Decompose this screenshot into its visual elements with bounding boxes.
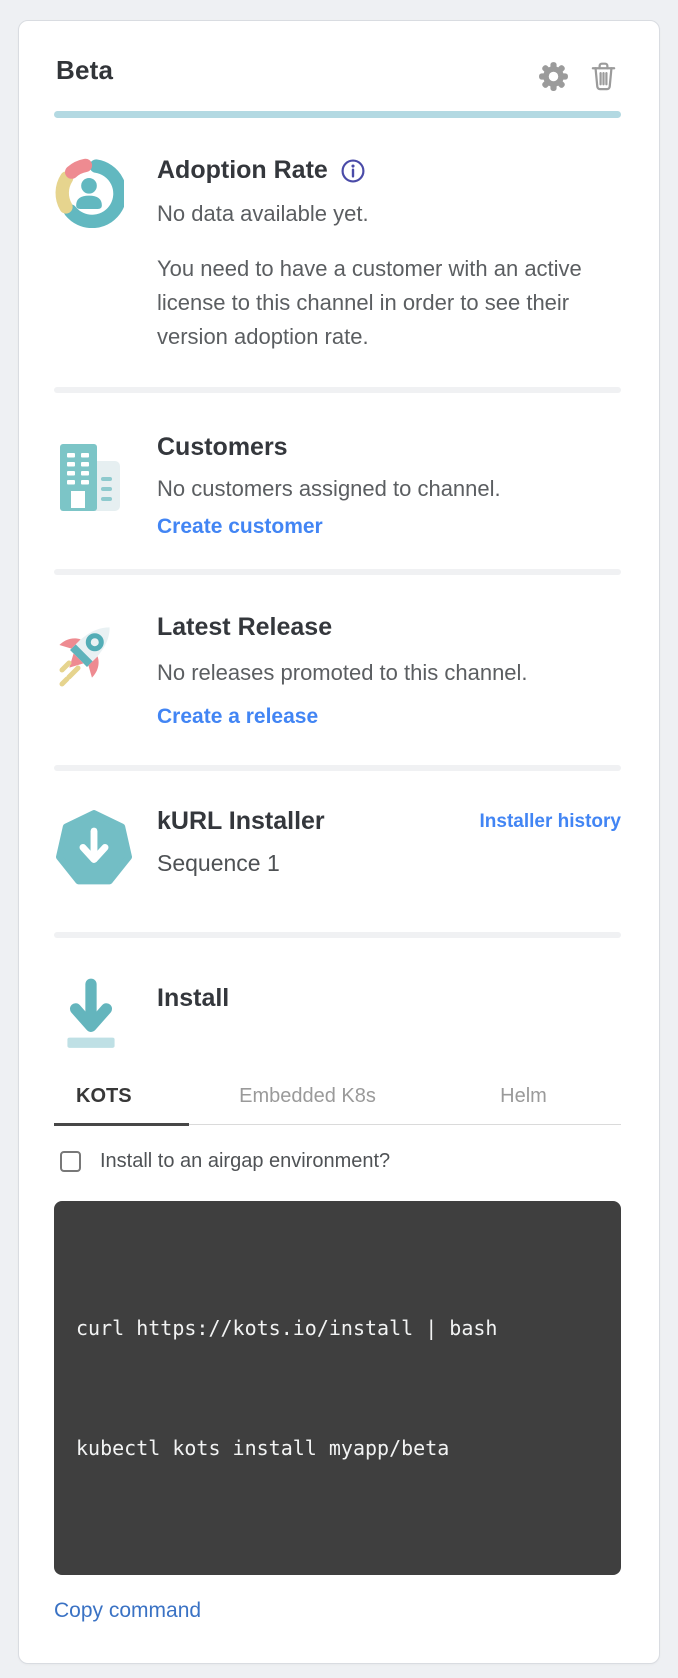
latest-release-title: Latest Release: [157, 613, 621, 642]
channel-settings-button[interactable]: [535, 58, 572, 95]
airgap-checkbox[interactable]: [60, 1151, 81, 1172]
customers-title: Customers: [157, 433, 621, 462]
customers-status: No customers assigned to channel.: [157, 472, 621, 505]
install-section: Install: [54, 972, 621, 1059]
channel-actions: [535, 55, 621, 95]
copy-command-link[interactable]: Copy command: [54, 1599, 201, 1623]
tab-kots[interactable]: KOTS: [54, 1085, 189, 1126]
gear-icon: [537, 81, 570, 96]
adoption-rate-title: Adoption Rate: [157, 156, 366, 185]
channel-accent-bar: [54, 111, 621, 118]
adoption-rate-title-text: Adoption Rate: [157, 156, 328, 185]
airgap-label: Install to an airgap environment?: [100, 1150, 390, 1173]
rocket-icon: [54, 678, 128, 695]
channel-card: Beta: [18, 20, 660, 1664]
install-command-line-2: kubectl kots install myapp/beta: [76, 1428, 599, 1468]
kurl-installer-section: kURL Installer Installer history Sequenc…: [54, 807, 621, 894]
channel-name: Beta: [56, 55, 113, 86]
install-title: Install: [157, 984, 621, 1013]
info-icon[interactable]: [340, 158, 366, 184]
adoption-rate-section: Adoption Rate No data available yet. You…: [54, 156, 621, 354]
airgap-row: Install to an airgap environment?: [54, 1150, 621, 1173]
installer-history-link[interactable]: Installer history: [480, 811, 622, 833]
install-command-line-1: curl https://kots.io/install | bash: [76, 1308, 599, 1348]
section-divider: [54, 765, 621, 771]
kurl-content: kURL Installer Installer history Sequenc…: [157, 807, 621, 894]
customers-icon-col: [54, 433, 157, 539]
kurl-title: kURL Installer: [157, 807, 325, 836]
adoption-rate-description: You need to have a customer with an acti…: [157, 252, 621, 354]
kurl-heptagon-download-icon: [54, 876, 134, 893]
download-icon: [54, 1041, 128, 1058]
section-divider: [54, 932, 621, 938]
install-content: Install: [157, 972, 621, 1059]
kurl-sequence: Sequence 1: [157, 850, 621, 877]
adoption-donut-user-icon: [54, 215, 124, 232]
latest-release-status: No releases promoted to this channel.: [157, 656, 621, 689]
adoption-rate-content: Adoption Rate No data available yet. You…: [157, 156, 621, 354]
tab-helm[interactable]: Helm: [426, 1085, 621, 1126]
adoption-rate-status: No data available yet.: [157, 197, 621, 230]
tab-embedded-k8s[interactable]: Embedded K8s: [189, 1085, 426, 1126]
install-tabs: KOTS Embedded K8s Helm: [54, 1085, 621, 1125]
create-customer-link[interactable]: Create customer: [157, 515, 323, 539]
install-icon-col: [54, 972, 157, 1059]
latest-release-content: Latest Release No releases promoted to t…: [157, 613, 621, 729]
trash-icon: [588, 81, 619, 96]
section-divider: [54, 387, 621, 393]
buildings-icon: [54, 500, 124, 517]
create-release-link[interactable]: Create a release: [157, 705, 318, 729]
section-divider: [54, 569, 621, 575]
customers-content: Customers No customers assigned to chann…: [157, 433, 621, 539]
kurl-icon-col: [54, 807, 157, 894]
channel-delete-button[interactable]: [586, 57, 621, 95]
adoption-rate-icon-col: [54, 156, 157, 354]
latest-release-section: Latest Release No releases promoted to t…: [54, 613, 621, 729]
customers-section: Customers No customers assigned to chann…: [54, 433, 621, 539]
latest-release-icon-col: [54, 613, 157, 729]
install-command-block: curl https://kots.io/install | bash kube…: [54, 1201, 621, 1575]
channel-card-header: Beta: [54, 55, 621, 95]
